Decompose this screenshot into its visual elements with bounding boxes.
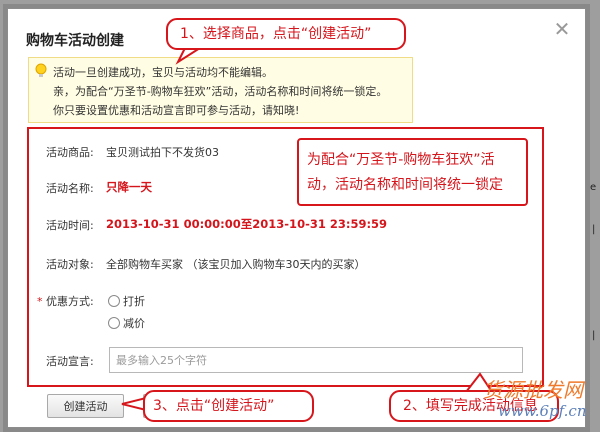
callout-lock-note: 为配合“万圣节-购物车狂欢”活 动，活动名称和时间将统一锁定	[297, 138, 528, 206]
callout-pointers	[121, 47, 494, 412]
lock-note-line-2: 动，活动名称和时间将统一锁定	[307, 177, 503, 193]
lock-note-line-1: 为配合“万圣节-购物车狂欢”活	[307, 152, 495, 168]
watermark-url: www.6pf.cn	[498, 402, 587, 420]
step1-pointer	[175, 47, 204, 65]
callout-step1: 1、选择商品，点击“创建活动”	[166, 18, 406, 50]
watermark-logo: 货源批发网	[483, 378, 583, 402]
callout-step3: 3、点击“创建活动”	[143, 390, 314, 422]
